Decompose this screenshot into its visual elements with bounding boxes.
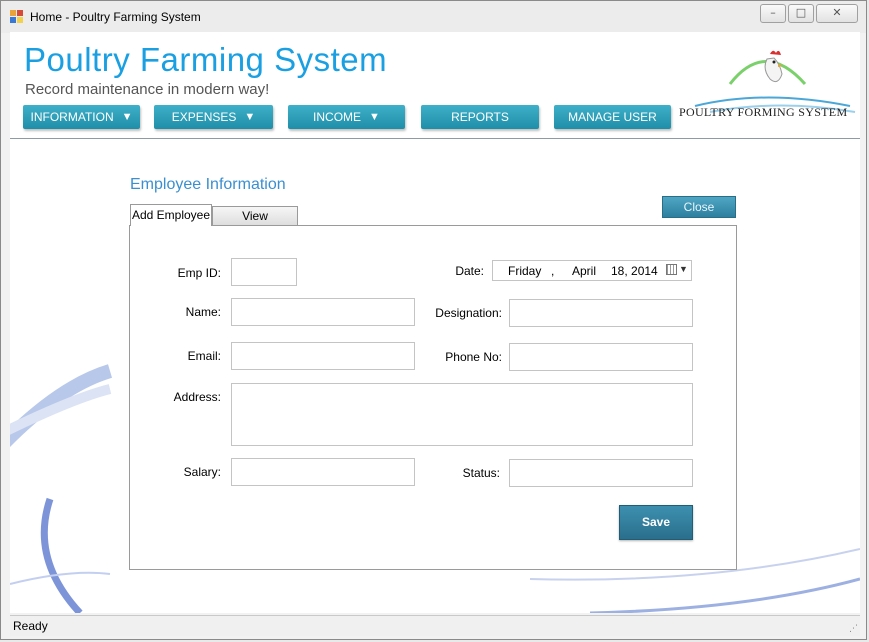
date-separator: , xyxy=(551,264,555,278)
app-window: Home - Poultry Farming System – □ ✕ Poul… xyxy=(0,0,867,640)
status-field[interactable] xyxy=(509,459,693,487)
minimize-button[interactable]: – xyxy=(760,4,786,23)
nav-information[interactable]: INFORMATION ▼ xyxy=(23,105,140,129)
title-bar[interactable]: Home - Poultry Farming System – □ ✕ xyxy=(1,1,866,33)
date-day-year: 18, 2014 xyxy=(611,264,658,278)
tab-add-employee[interactable]: Add Employee xyxy=(130,204,212,226)
app-subtitle: Record maintenance in modern way! xyxy=(25,81,270,98)
nav-label: INFORMATION xyxy=(30,110,114,124)
designation-label: Designation: xyxy=(435,306,502,320)
maximize-icon: □ xyxy=(795,6,807,19)
logo-text: POULTRY FORMING SYSTEM xyxy=(679,105,848,119)
nav-expenses[interactable]: EXPENSES ▼ xyxy=(154,105,273,129)
app-header: Poultry Farming System Record maintenanc… xyxy=(10,32,860,140)
emp-id-field[interactable] xyxy=(231,258,297,286)
address-field[interactable] xyxy=(231,383,693,446)
salary-field[interactable] xyxy=(231,458,415,486)
main-content: Employee Information Close Add Employee … xyxy=(10,139,860,613)
date-day-name: Friday xyxy=(508,264,542,278)
name-label: Name: xyxy=(185,305,221,319)
window-title: Home - Poultry Farming System xyxy=(30,10,201,24)
close-icon: ✕ xyxy=(832,6,842,19)
email-field[interactable] xyxy=(231,342,415,370)
maximize-button[interactable]: □ xyxy=(788,4,814,23)
emp-id-label: Emp ID: xyxy=(177,266,221,280)
date-label: Date: xyxy=(455,264,484,278)
designation-field[interactable] xyxy=(509,299,693,327)
status-label: Status: xyxy=(462,466,500,480)
tab-view-employees[interactable]: View Employees xyxy=(212,206,298,241)
phone-label: Phone No: xyxy=(445,350,502,364)
date-picker[interactable]: Friday , April 18, 2014 ▼ xyxy=(492,260,692,281)
minimize-icon: – xyxy=(770,6,776,19)
resize-grip-icon[interactable]: ⋰ xyxy=(849,624,858,634)
nav-reports[interactable]: REPORTS xyxy=(421,105,539,129)
save-button[interactable]: Save xyxy=(619,505,693,540)
panel-title: Employee Information xyxy=(130,176,286,193)
app-icon xyxy=(10,10,23,23)
nav-label: MANAGE USER xyxy=(568,110,657,124)
address-label: Address: xyxy=(173,390,221,404)
nav-income[interactable]: INCOME ▼ xyxy=(288,105,405,129)
close-window-button[interactable]: ✕ xyxy=(816,4,858,23)
chevron-down-icon: ▼ xyxy=(121,111,133,123)
window-controls: – □ ✕ xyxy=(760,4,858,23)
name-field[interactable] xyxy=(231,298,415,326)
calendar-icon[interactable] xyxy=(666,264,677,275)
close-panel-button[interactable]: Close xyxy=(662,196,736,218)
nav-label: INCOME xyxy=(313,110,362,124)
salary-label: Salary: xyxy=(183,465,221,479)
app-title: Poultry Farming System xyxy=(24,41,388,78)
tab-panel-add-employee: Emp ID: Date: Friday , April 18, 2014 ▼ … xyxy=(129,225,737,570)
nav-manage-user[interactable]: MANAGE USER xyxy=(554,105,671,129)
status-bar: Ready ⋰ xyxy=(10,615,860,636)
chevron-down-icon: ▼ xyxy=(244,111,256,123)
chevron-down-icon: ▼ xyxy=(369,111,380,123)
chevron-down-icon[interactable]: ▼ xyxy=(679,264,688,274)
nav-label: EXPENSES xyxy=(171,110,237,124)
phone-field[interactable] xyxy=(509,343,693,371)
date-month: April xyxy=(572,264,597,278)
email-label: Email: xyxy=(187,349,221,363)
status-text: Ready xyxy=(13,619,48,633)
nav-label: REPORTS xyxy=(451,110,509,124)
